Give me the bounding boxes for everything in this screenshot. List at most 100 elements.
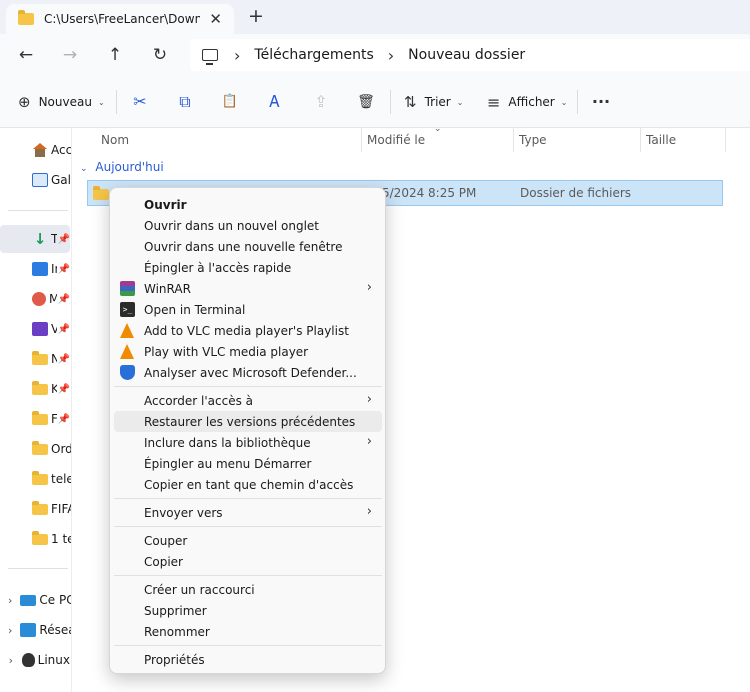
menu-item-label: Ouvrir dans un nouvel onglet	[144, 218, 320, 233]
sidebar-item-videos[interactable]: Vidéos 📌	[0, 315, 70, 343]
copy-icon[interactable]: ⧉	[173, 90, 197, 114]
download-icon: ↓	[33, 230, 47, 248]
back-button[interactable]: ←	[14, 43, 38, 67]
menu-item-send-to[interactable]: Envoyer vers ›	[114, 502, 382, 523]
sort-icon: ⇅	[404, 93, 417, 111]
row-modified: 5/2024 8:25 PM	[382, 186, 477, 200]
cut-icon[interactable]: ✂	[128, 90, 152, 114]
title-bar: C:\Users\FreeLancer\Downloads ✕ +	[0, 0, 750, 34]
tab-downloads[interactable]: C:\Users\FreeLancer\Downloads ✕	[6, 4, 234, 34]
sidebar-item-label: Ordinateur	[51, 442, 72, 456]
sidebar-item-label: F	[51, 412, 57, 426]
up-button[interactable]: ↑	[103, 43, 127, 67]
sidebar-item-this-pc[interactable]: › Ce PC	[0, 586, 72, 614]
sidebar-item-linux[interactable]: › Linux	[0, 646, 70, 674]
menu-item-open-new-window[interactable]: Ouvrir dans une nouvelle fenêtre	[114, 236, 382, 257]
column-header-type[interactable]: Type	[513, 128, 547, 152]
vlc-icon	[120, 323, 134, 338]
menu-item-cut[interactable]: Couper	[114, 530, 382, 551]
menu-item-pin-start[interactable]: Épingler au menu Démarrer	[114, 453, 382, 474]
menu-item-winrar[interactable]: WinRAR ›	[114, 278, 382, 299]
menu-item-label: Créer un raccourci	[144, 582, 255, 597]
sidebar-item-folder[interactable]: K 📌	[0, 375, 70, 403]
rename-icon[interactable]: Ꭺ	[263, 90, 287, 114]
chevron-right-icon[interactable]: ›	[8, 654, 14, 667]
new-tab-button[interactable]: +	[248, 5, 264, 27]
delete-icon[interactable]: 🗑	[354, 90, 378, 114]
submenu-arrow-icon: ›	[366, 280, 372, 295]
chevron-down-icon: ⌄	[97, 97, 105, 107]
sidebar-item-music[interactable]: Musique 📌	[0, 285, 70, 313]
breadcrumb-downloads[interactable]: Téléchargements	[254, 47, 373, 63]
sidebar-item-pictures[interactable]: Images 📌	[0, 255, 70, 283]
menu-item-rename[interactable]: Renommer	[114, 621, 382, 642]
sidebar-item-network[interactable]: › Réseau	[0, 616, 72, 644]
menu-item-copy[interactable]: Copier	[114, 551, 382, 572]
menu-item-label: Open in Terminal	[144, 302, 246, 317]
menu-item-defender-scan[interactable]: Analyser avec Microsoft Defender...	[114, 362, 382, 383]
sidebar-item-home[interactable]: Accueil	[0, 136, 72, 164]
menu-item-restore-versions[interactable]: Restaurer les versions précédentes	[114, 411, 382, 432]
sidebar-item-folder[interactable]: 1 te	[0, 525, 72, 553]
view-label: Afficher	[508, 95, 555, 109]
column-divider[interactable]	[725, 128, 726, 152]
submenu-arrow-icon: ›	[366, 504, 372, 519]
sidebar-item-label: telegram	[51, 472, 72, 486]
sort-button[interactable]: ⇅ Trier ⌄	[404, 88, 463, 116]
share-icon[interactable]: ⇪	[309, 90, 333, 114]
sidebar-item-folder[interactable]: FIFA	[0, 495, 72, 523]
new-button[interactable]: ⊕ Nouveau ⌄	[18, 88, 105, 116]
column-header-size[interactable]: Taille	[640, 128, 676, 152]
menu-item-create-shortcut[interactable]: Créer un raccourci	[114, 579, 382, 600]
column-header-modified[interactable]: Modifié le	[361, 128, 425, 152]
chevron-right-icon[interactable]: ›	[8, 624, 12, 637]
menu-item-open[interactable]: Ouvrir	[114, 194, 382, 215]
menu-item-give-access[interactable]: Accorder l'accès à ›	[114, 390, 382, 411]
menu-item-include-library[interactable]: Inclure dans la bibliothèque ›	[114, 432, 382, 453]
menu-item-open-new-tab[interactable]: Ouvrir dans un nouvel onglet	[114, 215, 382, 236]
forward-button[interactable]: →	[58, 43, 82, 67]
pin-icon: 📌	[57, 293, 70, 305]
sidebar-item-folder[interactable]: Ordinateur	[0, 435, 72, 463]
menu-item-copy-path[interactable]: Copier en tant que chemin d'accès	[114, 474, 382, 495]
more-options-icon[interactable]: ···	[589, 90, 613, 114]
menu-item-vlc-playlist[interactable]: Add to VLC media player's Playlist	[114, 320, 382, 341]
paste-icon[interactable]: 📋	[218, 90, 242, 114]
sidebar-item-label: Vidéos	[51, 322, 57, 336]
view-button[interactable]: ≡ Afficher ⌄	[487, 88, 567, 116]
view-icon: ≡	[487, 92, 501, 112]
command-bar: ⊕ Nouveau ⌄ ✂ ⧉ 📋 Ꭺ ⇪ 🗑 ⇅ Trier ⌄ ≡ Affi…	[0, 76, 750, 128]
folder-icon	[32, 380, 48, 395]
column-header-name[interactable]: Nom	[95, 128, 129, 152]
breadcrumb-new-folder[interactable]: Nouveau dossier	[408, 47, 525, 63]
menu-item-pin-quick-access[interactable]: Épingler à l'accès rapide	[114, 257, 382, 278]
sidebar-item-folder[interactable]: N 📌	[0, 345, 70, 373]
group-header-today[interactable]: ⌄ Aujourd'hui	[80, 160, 164, 174]
address-bar[interactable]: › Téléchargements › Nouveau dossier	[190, 39, 750, 71]
menu-item-delete[interactable]: Supprimer	[114, 600, 382, 621]
refresh-button[interactable]: ↻	[148, 43, 172, 67]
submenu-arrow-icon: ›	[366, 434, 372, 449]
sidebar-item-gallery[interactable]: Galerie	[0, 166, 72, 194]
plus-circle-icon: ⊕	[18, 93, 31, 111]
sidebar-item-folder[interactable]: telegram	[0, 465, 72, 493]
folder-icon	[18, 10, 34, 25]
sidebar-item-downloads[interactable]: ↓ Téléchargements 📌	[0, 225, 70, 253]
terminal-icon: >_	[120, 302, 135, 317]
folder-icon	[32, 470, 48, 485]
breadcrumb-separator: ›	[234, 45, 241, 65]
sidebar-item-folder[interactable]: F 📌	[0, 405, 70, 433]
sidebar-item-label: N	[51, 352, 57, 366]
group-label: Aujourd'hui	[95, 160, 164, 174]
pictures-icon	[32, 262, 48, 276]
folder-icon	[93, 186, 109, 200]
menu-item-properties[interactable]: Propriétés	[114, 649, 382, 670]
menu-item-label: Renommer	[144, 624, 210, 639]
chevron-right-icon[interactable]: ›	[8, 594, 12, 607]
pin-icon: 📌	[57, 413, 70, 425]
menu-item-vlc-play[interactable]: Play with VLC media player	[114, 341, 382, 362]
sort-caret-icon: ⌄	[434, 124, 442, 134]
pin-icon: 📌	[57, 233, 70, 245]
close-tab-icon[interactable]: ✕	[209, 10, 222, 28]
menu-item-open-terminal[interactable]: >_ Open in Terminal	[114, 299, 382, 320]
